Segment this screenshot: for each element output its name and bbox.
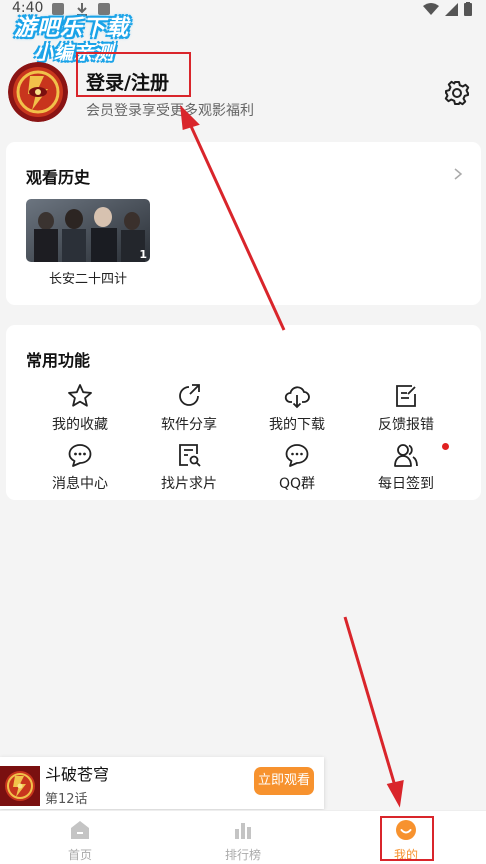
- func-label: 软件分享: [161, 417, 217, 433]
- func-messages[interactable]: 消息中心: [25, 442, 135, 493]
- battery-icon: [464, 2, 472, 16]
- func-request[interactable]: 找片求片: [134, 442, 244, 493]
- arrow-to-mine: [343, 616, 397, 787]
- poster-image: [26, 199, 150, 262]
- func-share[interactable]: 软件分享: [134, 383, 244, 434]
- gear-icon[interactable]: [444, 80, 470, 106]
- func-label: 我的下载: [269, 417, 325, 433]
- func-label: 反馈报错: [378, 417, 434, 433]
- feedback-icon: [396, 385, 416, 407]
- share-icon: [179, 384, 200, 406]
- notification-dot: [442, 443, 449, 450]
- watch-now-button[interactable]: 立即观看: [254, 767, 314, 795]
- wifi-icon: [423, 2, 439, 15]
- nav-ranking[interactable]: 排行榜: [203, 819, 283, 863]
- func-label: 找片求片: [161, 476, 217, 492]
- history-item-title[interactable]: 长安二十四计: [26, 268, 150, 287]
- func-label: 我的收藏: [52, 417, 108, 433]
- functions-title: 常用功能: [26, 351, 91, 370]
- nav-label: 排行榜: [224, 848, 261, 862]
- chat-icon: [68, 444, 92, 467]
- search-document-icon: [179, 444, 201, 467]
- users-icon: [394, 444, 418, 467]
- home-icon: [71, 821, 89, 839]
- status-icons: [423, 2, 472, 16]
- history-card: 观看历史 1 长安二十四计: [6, 142, 481, 305]
- chevron-right-icon[interactable]: [453, 168, 463, 180]
- episode-badge: 1: [139, 248, 147, 261]
- nav-label: 首页: [67, 848, 92, 862]
- login-subtitle: 会员登录享受更多观影福利: [86, 103, 254, 119]
- star-icon: [68, 384, 92, 407]
- func-label: QQ群: [278, 476, 316, 492]
- functions-card: 常用功能 我的收藏 软件分享 我的下载 反馈报错 消息中心 找片求片 QQ群 每…: [6, 325, 481, 500]
- mini-player-episode: 第12话: [45, 792, 88, 807]
- signal-icon: [445, 2, 458, 16]
- chat-bubbles-icon: [285, 444, 309, 467]
- bar-chart-icon: [235, 823, 251, 839]
- history-title: 观看历史: [26, 168, 91, 187]
- app-logo-icon: [8, 62, 68, 122]
- func-label: 消息中心: [52, 476, 108, 492]
- func-label: 每日签到: [378, 476, 434, 492]
- nav-highlight-box: [380, 816, 434, 861]
- func-feedback[interactable]: 反馈报错: [351, 383, 461, 434]
- mini-player-thumbnail: [0, 766, 40, 806]
- func-qq-group[interactable]: QQ群: [242, 442, 352, 493]
- mini-player-title: 斗破苍穹: [45, 765, 110, 784]
- func-favorites[interactable]: 我的收藏: [25, 383, 135, 434]
- arrow-head-mine: [386, 780, 404, 808]
- cloud-download-icon: [284, 386, 310, 409]
- nav-home[interactable]: 首页: [40, 819, 120, 863]
- avatar[interactable]: [8, 62, 68, 122]
- func-downloads[interactable]: 我的下载: [242, 383, 352, 434]
- mini-player[interactable]: 斗破苍穹 第12话 立即观看: [0, 757, 324, 809]
- history-thumbnail[interactable]: 1: [26, 199, 150, 262]
- login-register-link[interactable]: 登录/注册: [86, 68, 169, 95]
